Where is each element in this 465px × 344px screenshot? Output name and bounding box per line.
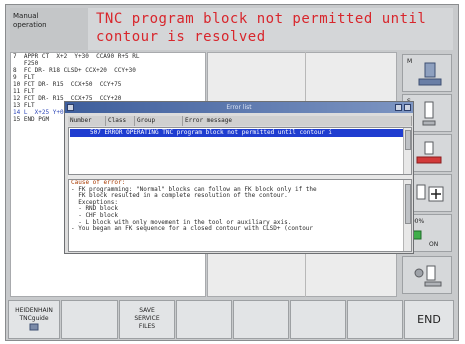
error-title-line-2: contour is resolved	[96, 29, 266, 45]
program-line: 13 FLT	[13, 102, 35, 109]
softkey-empty[interactable]	[233, 300, 289, 339]
m-function-key[interactable]: M	[402, 54, 452, 92]
softkey-empty[interactable]	[61, 300, 118, 339]
help-book-icon	[29, 323, 39, 331]
spindle-icon	[422, 101, 436, 126]
program-line: 9 FLT	[13, 74, 35, 81]
spindle-override-key[interactable]	[402, 256, 452, 294]
softkey-label: HEIDENHAIN	[15, 307, 53, 314]
column-error-message[interactable]: Error message	[183, 116, 412, 126]
softkey-label: END	[417, 313, 441, 326]
cause-line: FK block resulted in a complete resoluti…	[71, 192, 288, 200]
feed-icon	[416, 141, 442, 164]
error-title-line-1: TNC program block not permitted until	[96, 11, 427, 27]
error-title-bar: TNC program block not permitted until co…	[88, 8, 453, 50]
program-line: 15 END PGM	[13, 116, 50, 123]
cause-of-error-panel[interactable]: Cause of error: - FK programming: "Norma…	[68, 179, 412, 252]
machine-tool-icon	[418, 62, 442, 86]
mode-line-1: Manual	[13, 12, 39, 20]
cause-line: - You began an FK sequence for a closed …	[71, 225, 314, 233]
scroll-thumb[interactable]	[405, 130, 411, 150]
spindle-override-icon	[414, 265, 442, 287]
close-icon[interactable]	[404, 104, 411, 111]
column-group[interactable]: Group	[135, 116, 183, 126]
minimize-icon[interactable]	[395, 104, 402, 111]
mode-line-2: operation	[13, 21, 47, 29]
column-class[interactable]: Class	[106, 116, 135, 126]
dialog-title-bar: Error list	[65, 102, 413, 113]
error-list-scrollbar[interactable]	[403, 128, 411, 174]
error-row-selected[interactable]: 507 ERROR OPERATING TNC program block no…	[70, 129, 406, 137]
program-line: 10 FCT DR- R15 CCX+50 CCY+75	[13, 81, 122, 88]
error-title: TNC program block not permitted until co…	[96, 10, 451, 46]
softkey-empty[interactable]	[347, 300, 403, 339]
tncguide-softkey[interactable]: HEIDENHAIN TNCguide	[8, 300, 60, 339]
softkey-label: SAVE	[139, 307, 155, 314]
cause-line: - RND block	[71, 205, 118, 213]
cause-line: Exceptions:	[71, 198, 118, 206]
plus-icon	[416, 184, 444, 202]
operating-mode-label: Manual operation	[10, 8, 88, 50]
override-state: ON	[429, 241, 439, 248]
softkey-empty[interactable]	[176, 300, 232, 339]
program-line: 11 FLT	[13, 88, 35, 95]
program-line: F250	[13, 60, 39, 67]
window-menu-icon[interactable]	[67, 104, 74, 111]
softkey-empty[interactable]	[290, 300, 346, 339]
softkey-bar: HEIDENHAIN TNCguide SAVE SERVICE FILES E…	[8, 300, 455, 340]
softkey-label: FILES	[138, 323, 156, 330]
column-number[interactable]: Number	[68, 116, 106, 126]
program-line: 8 FC DR- R18 CLSD+ CCX+20 CCY+30	[13, 67, 136, 74]
error-list[interactable]: 507 ERROR OPERATING TNC program block no…	[68, 127, 412, 175]
cause-scrollbar[interactable]	[403, 180, 411, 251]
softkey-label: TNCguide	[19, 315, 49, 322]
error-list-dialog: Error list Number Class Group Error mess…	[64, 101, 414, 254]
dialog-title: Error list	[226, 104, 252, 111]
program-line: 7 APPR CT X+2 Y+30 CCA90 R+5 RL	[13, 53, 140, 60]
save-service-files-softkey[interactable]: SAVE SERVICE FILES	[119, 300, 175, 339]
error-list-header: Number Class Group Error message	[68, 116, 412, 126]
softkey-label: SERVICE	[134, 315, 160, 322]
end-softkey[interactable]: END	[404, 300, 454, 339]
scroll-thumb[interactable]	[405, 184, 411, 224]
